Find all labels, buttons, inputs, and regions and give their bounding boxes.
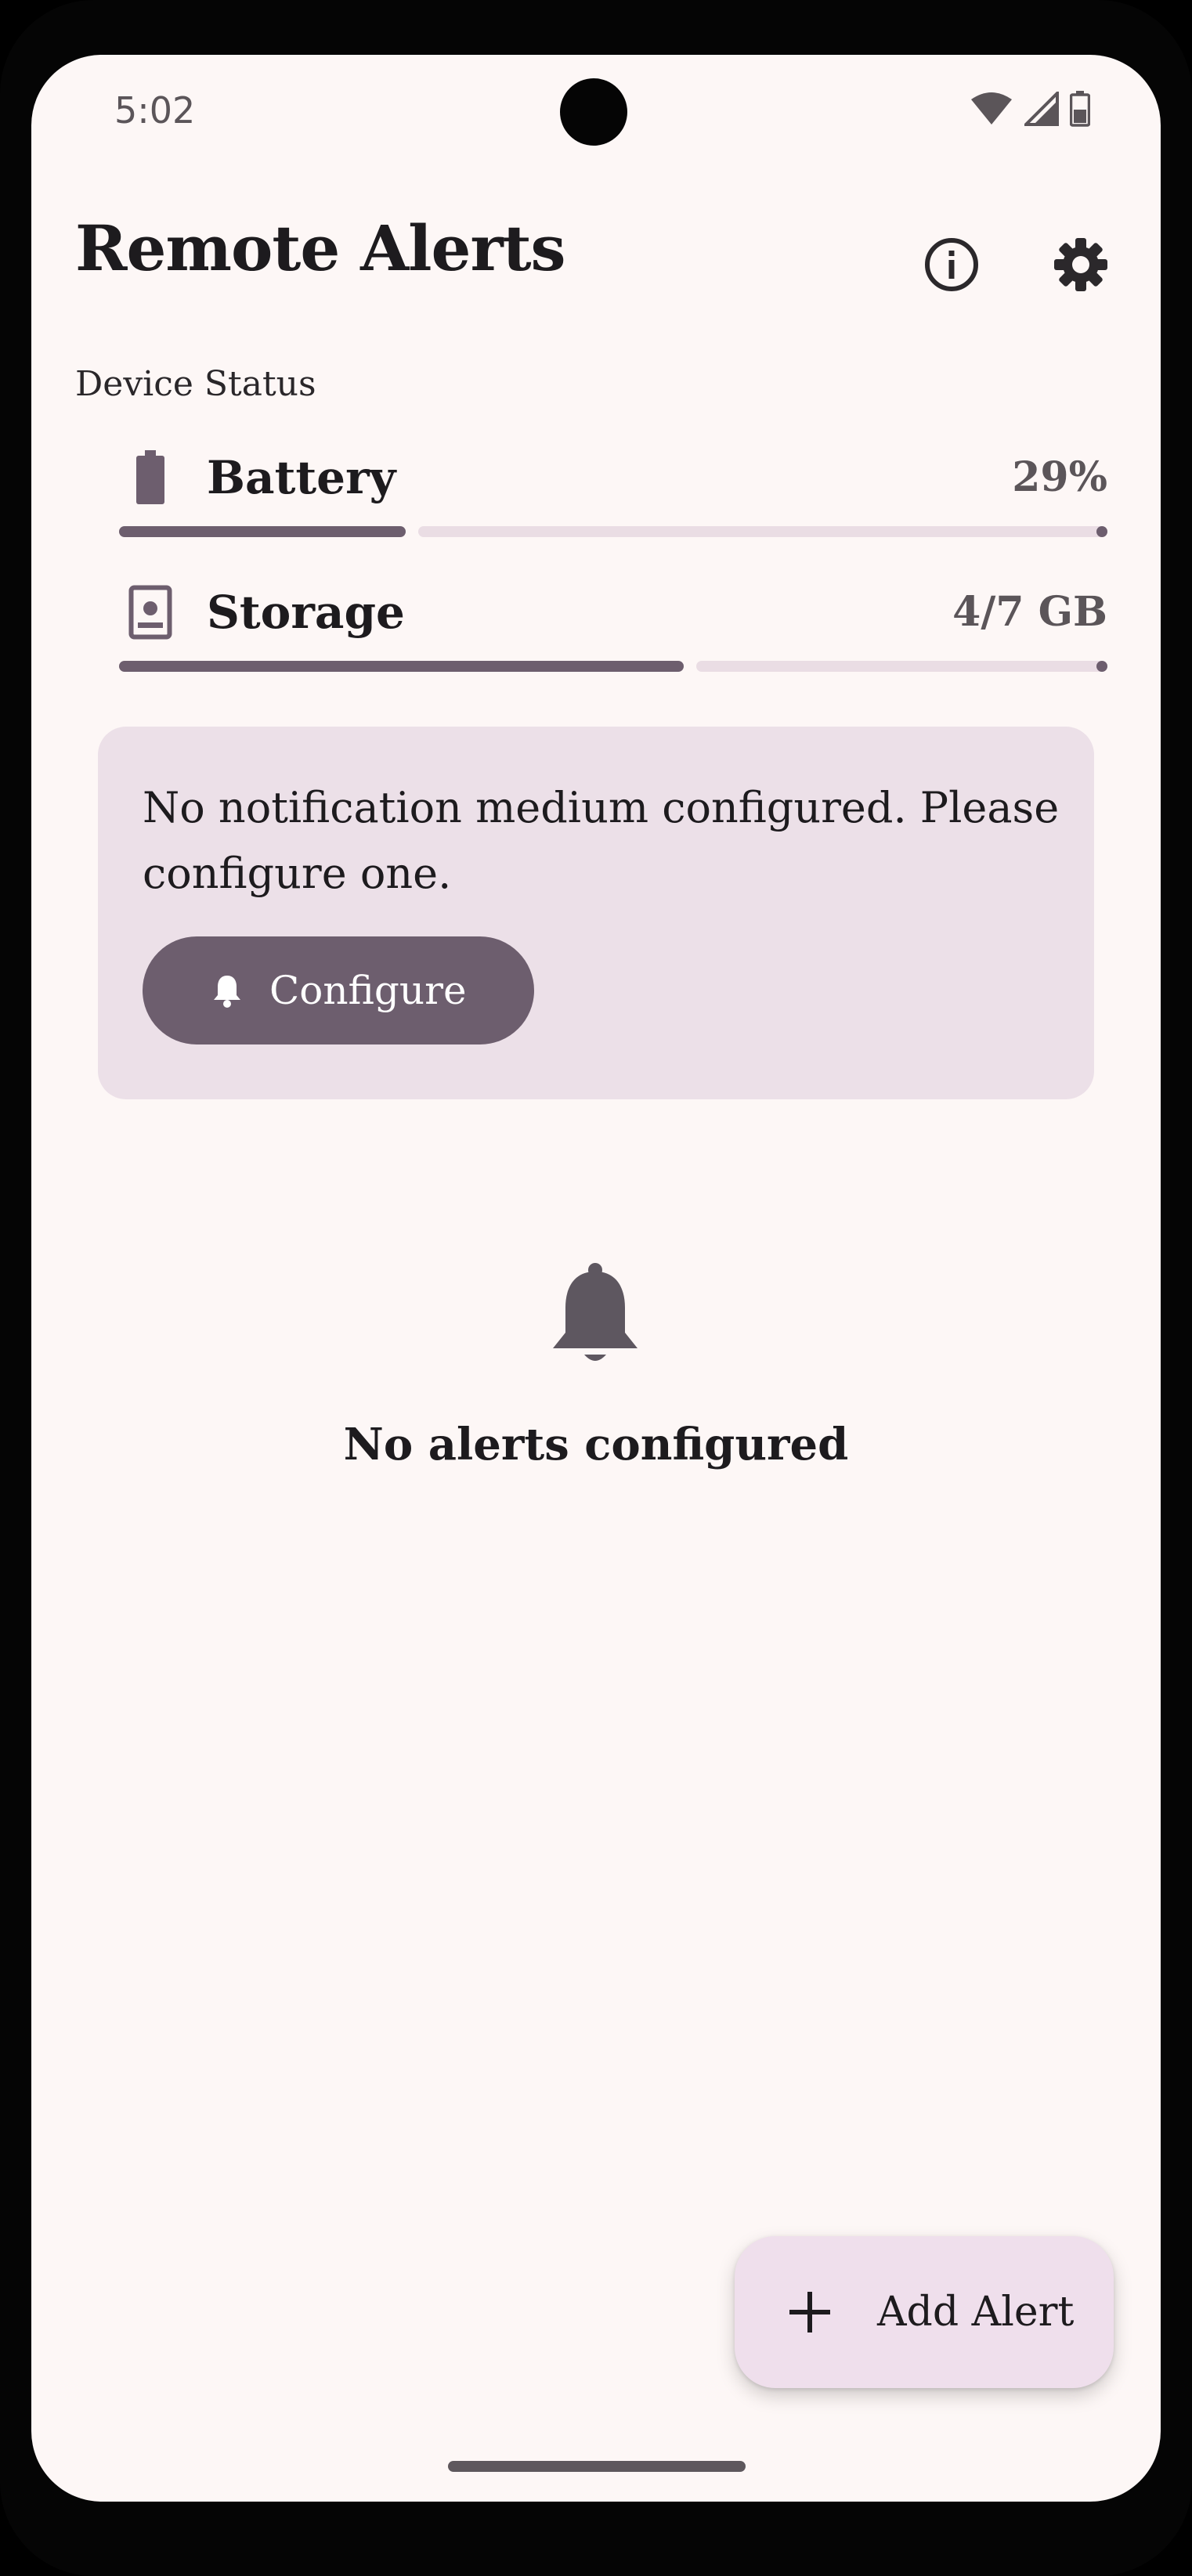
status-icons — [970, 89, 1091, 130]
app-screen: 5:02 Remote Alerts Device Status Battery… — [31, 55, 1161, 2502]
battery-progress-track — [418, 526, 1107, 537]
battery-icon — [119, 446, 182, 509]
plus-icon — [786, 2289, 833, 2336]
status-time: 5:02 — [114, 89, 196, 132]
add-alert-button[interactable]: Add Alert — [735, 2236, 1114, 2388]
battery-progress-stop — [1096, 526, 1107, 537]
bell-icon — [544, 1253, 646, 1378]
battery-progress-bar — [119, 526, 1107, 537]
configure-button-label: Configure — [269, 968, 467, 1013]
storage-progress-bar — [119, 661, 1107, 672]
notification-warning-text: No notification medium configured. Pleas… — [143, 783, 1060, 898]
empty-state-text: No alerts configured — [343, 1419, 849, 1470]
settings-gear-icon — [1053, 236, 1109, 296]
bell-icon — [210, 973, 244, 1008]
front-camera — [560, 78, 627, 146]
battery-label: Battery — [207, 451, 396, 504]
add-alert-label: Add Alert — [877, 2289, 1075, 2336]
info-icon — [923, 236, 980, 296]
cellular-signal-icon — [1022, 89, 1059, 129]
app-title: Remote Alerts — [75, 211, 566, 285]
storage-value: 4/7 GB — [952, 588, 1107, 636]
battery-icon — [1069, 91, 1091, 130]
device-status-label: Device Status — [75, 364, 316, 404]
battery-progress-fill — [119, 526, 406, 537]
wifi-icon — [970, 92, 1013, 129]
settings-button[interactable] — [1042, 227, 1120, 305]
gesture-navigation-bar[interactable] — [448, 2461, 746, 2472]
storage-progress-fill — [119, 661, 684, 672]
storage-label: Storage — [207, 586, 405, 639]
configure-button[interactable]: Configure — [143, 936, 534, 1044]
storage-progress-stop — [1096, 661, 1107, 672]
battery-value: 29% — [1012, 453, 1107, 501]
notification-setup-card: No notification medium configured. Pleas… — [98, 727, 1094, 1099]
info-button[interactable] — [912, 227, 991, 305]
device-frame: 5:02 Remote Alerts Device Status Battery… — [0, 0, 1192, 2576]
storage-icon — [119, 581, 182, 644]
storage-progress-track — [696, 661, 1107, 672]
